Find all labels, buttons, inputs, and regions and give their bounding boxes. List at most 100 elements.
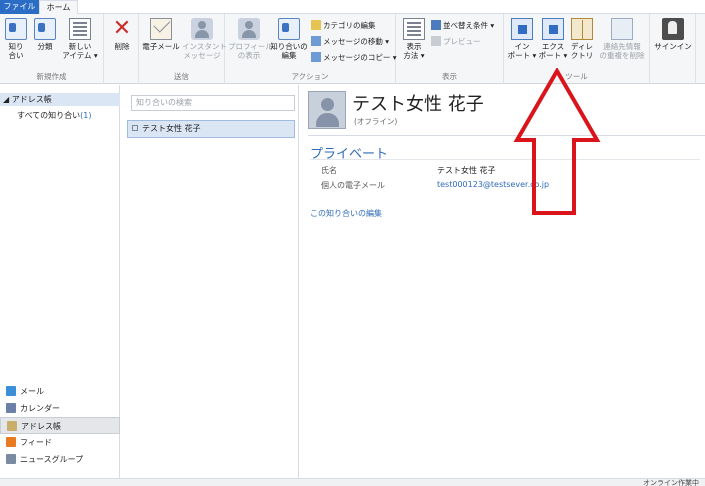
copy-message-button[interactable]: メッセージのコピー ▾ (311, 51, 397, 64)
group-action: プロフィール の表示 知り合いの 編集 カテゴリの編集 メッセージの移動 ▾ メ… (225, 14, 397, 84)
sort-icon (431, 20, 441, 30)
im-label: インスタント メッセージ (182, 42, 227, 60)
category-icon (34, 18, 56, 40)
export-label: エクス ポート ▾ (538, 42, 568, 60)
contact-detail-pane: テスト女性 花子 (オフライン) プライベート 氏名 テスト女性 花子 個人の電… (300, 85, 705, 478)
nav-calendar[interactable]: カレンダー (0, 400, 120, 417)
all-contacts-count: (1) (80, 111, 92, 120)
new-item-button[interactable]: 新しい アイテム ▾ (62, 18, 98, 60)
category-label: 分類 (37, 42, 53, 51)
field-email-label: 個人の電子メール (321, 181, 385, 190)
copy-icon (311, 52, 321, 62)
tree-root-address-book[interactable]: ◢ アドレス帳 (0, 93, 120, 106)
all-contacts-label: すべての知り合い (17, 111, 81, 120)
import-icon (511, 18, 533, 40)
export-button[interactable]: エクス ポート ▾ (537, 18, 569, 60)
new-item-icon (69, 18, 91, 40)
header-divider (308, 135, 705, 136)
group-new-label: 新規作成 (36, 72, 67, 81)
field-name-value: テスト女性 花子 (437, 166, 496, 175)
tab-home[interactable]: ホーム (39, 0, 78, 15)
dedupe-icon (611, 18, 633, 40)
email-label: 電子メール (142, 42, 180, 51)
new-item-label: 新しい アイテム ▾ (62, 42, 98, 60)
email-button[interactable]: 電子メール (142, 18, 180, 51)
nav-mail-label: メール (20, 387, 44, 396)
nav-calendar-label: カレンダー (20, 404, 60, 413)
group-send-label: 送信 (174, 72, 189, 81)
nav-mail[interactable]: メール (0, 383, 120, 400)
group-view: 表示 方法 ▾ 並べ替え条件 ▾ プレビュー 表示 (396, 14, 504, 84)
view-mode-button[interactable]: 表示 方法 ▾ (399, 18, 429, 60)
group-send: 電子メール インスタント メッセージ 送信 (139, 14, 227, 84)
group-delete: ✕ 削除 (104, 14, 139, 84)
calendar-icon (6, 403, 16, 413)
contact-row-name: テスト女性 花子 (142, 124, 201, 133)
edit-category-label: カテゴリの編集 (323, 21, 376, 30)
delete-button[interactable]: ✕ 削除 (110, 16, 134, 52)
nav-newsgroups-label: ニュースグループ (20, 455, 84, 464)
nav-feeds[interactable]: フィード (0, 434, 120, 451)
nav-address-book[interactable]: アドレス帳 (0, 417, 120, 434)
category-button[interactable]: 分類 (33, 18, 57, 51)
delete-x-icon: ✕ (112, 16, 132, 41)
move-message-label: メッセージの移動 ▾ (323, 37, 389, 46)
directory-book-icon (571, 18, 593, 40)
edit-contact-button[interactable]: 知り合いの 編集 (269, 18, 309, 60)
tree-root-label: アドレス帳 (11, 95, 52, 104)
annotation-arrow-shape (513, 68, 601, 215)
signin-label: サインイン (654, 42, 692, 51)
dedupe-button[interactable]: 連絡先情報 の重複を削除 (596, 18, 648, 60)
envelope-icon (150, 18, 172, 40)
view-mode-label: 表示 方法 ▾ (403, 42, 425, 60)
contact-list-item[interactable]: テスト女性 花子 (127, 120, 295, 138)
im-person-icon (191, 18, 213, 40)
edit-contact-link[interactable]: この知り合いの編集 (310, 208, 382, 219)
view-list-icon (403, 18, 425, 40)
nav-address-book-label: アドレス帳 (21, 422, 61, 431)
dedupe-label: 連絡先情報 の重複を削除 (599, 42, 645, 60)
new-contact-button[interactable]: 知り 合い (4, 18, 28, 60)
nav-feeds-label: フィード (20, 438, 52, 447)
group-signin: サインイン (650, 14, 696, 84)
newsgroup-icon (6, 454, 16, 464)
module-switcher: メール カレンダー アドレス帳 フィード ニュースグループ (0, 383, 120, 468)
import-label: イン ポート ▾ (507, 42, 537, 60)
status-bar: オンライン作業中 (0, 478, 705, 486)
contact-row-icon (132, 125, 138, 131)
section-divider (310, 159, 700, 160)
contact-name-heading: テスト女性 花子 (352, 94, 484, 115)
signin-person-icon (662, 18, 684, 40)
edit-category-button[interactable]: カテゴリの編集 (311, 19, 376, 32)
group-action-label: アクション (291, 72, 329, 81)
sort-label: 並べ替え条件 ▾ (443, 21, 495, 30)
tab-file[interactable]: ファイル (0, 0, 39, 14)
copy-message-label: メッセージのコピー ▾ (323, 53, 397, 62)
status-bar-text: オンライン作業中 (643, 479, 699, 486)
sort-button[interactable]: 並べ替え条件 ▾ (431, 19, 494, 32)
rss-icon (6, 437, 16, 447)
new-contact-label: 知り 合い (8, 42, 24, 60)
signin-button[interactable]: サインイン (652, 18, 694, 51)
folder-pane: ◢ アドレス帳 すべての知り合い(1) メール カレンダー アドレス帳 フィード… (0, 85, 120, 478)
profile-button[interactable]: プロフィール の表示 (228, 18, 273, 60)
mail-icon (6, 386, 16, 396)
collapse-triangle-icon[interactable]: ◢ (3, 95, 9, 104)
delete-label: 削除 (114, 42, 130, 51)
move-message-button[interactable]: メッセージの移動 ▾ (311, 35, 389, 48)
directory-button[interactable]: ディレ クトリ (569, 18, 595, 60)
preview-button[interactable]: プレビュー (431, 35, 481, 48)
nav-newsgroups[interactable]: ニュースグループ (0, 451, 120, 468)
directory-label: ディレ クトリ (570, 42, 594, 60)
edit-contact-label: 知り合いの 編集 (270, 42, 308, 60)
instant-message-button[interactable]: インスタント メッセージ (182, 18, 227, 60)
tree-item-all-contacts[interactable]: すべての知り合い(1) (17, 110, 91, 121)
edit-contact-icon (278, 18, 300, 40)
import-button[interactable]: イン ポート ▾ (507, 18, 537, 60)
preview-label: プレビュー (443, 37, 481, 46)
field-name-label: 氏名 (321, 166, 337, 175)
annotation-up-arrow (513, 68, 601, 215)
contact-search-input[interactable]: 知り合いの検索 (131, 95, 295, 111)
group-new: 知り 合い 分類 新しい アイテム ▾ 新規作成 (0, 14, 104, 84)
profile-label: プロフィール の表示 (228, 42, 273, 60)
